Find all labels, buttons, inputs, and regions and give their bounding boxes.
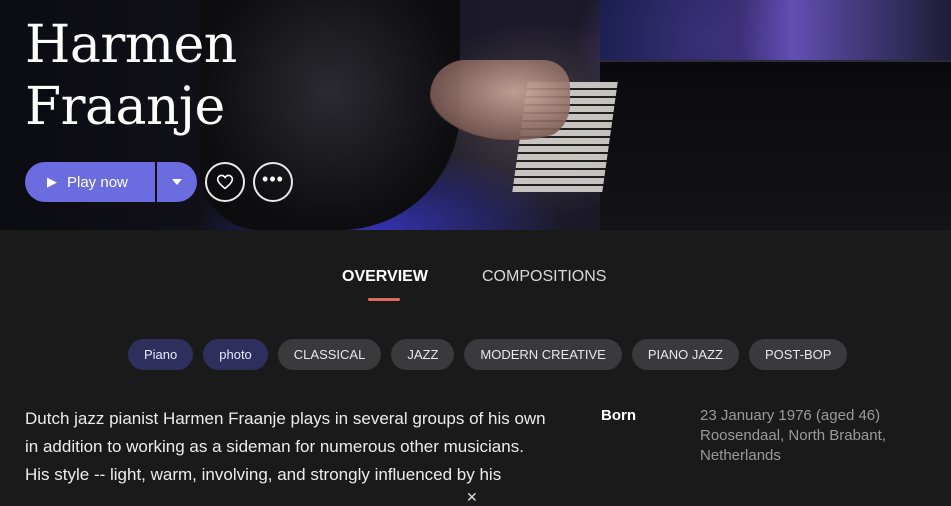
chip-jazz[interactable]: JAZZ <box>391 339 455 370</box>
caret-down-icon <box>172 179 182 185</box>
close-icon[interactable]: ✕ <box>466 489 478 506</box>
favorite-button[interactable] <box>205 162 245 202</box>
born-date: 23 January 1976 (aged 46) <box>700 407 881 424</box>
artist-name-line2: Fraanje <box>25 77 225 137</box>
chip-classical[interactable]: CLASSICAL <box>277 339 382 370</box>
born-place-line1: Roosendaal, North Brabant, <box>700 427 886 444</box>
bio-line: His style -- light, warm, involving, and… <box>25 465 502 484</box>
chip-piano[interactable]: Piano <box>128 339 194 370</box>
artist-hero: Harmen Fraanje ▶ Play now ••• <box>0 0 951 230</box>
hero-photo-piano <box>600 60 951 230</box>
chip-modern-creative[interactable]: MODERN CREATIVE <box>464 339 622 370</box>
born-label: Born <box>601 407 636 424</box>
born-value: 23 January 1976 (aged 46) Roosendaal, No… <box>700 406 940 466</box>
play-now-label: Play now <box>67 173 128 191</box>
chip-post-bop[interactable]: POST-BOP <box>748 339 848 370</box>
play-now-button[interactable]: ▶ Play now <box>25 162 155 202</box>
bio-line: in addition to working as a sideman for … <box>25 437 524 456</box>
artist-name: Harmen Fraanje <box>25 14 237 138</box>
active-tab-indicator <box>368 298 400 301</box>
tag-chips: Piano photo CLASSICAL JAZZ MODERN CREATI… <box>128 339 848 370</box>
bio-line: Dutch jazz pianist Harmen Fraanje plays … <box>25 409 546 428</box>
tab-overview[interactable]: OVERVIEW <box>342 268 428 286</box>
artist-tabs: OVERVIEW COMPOSITIONS <box>0 268 951 308</box>
tab-compositions[interactable]: COMPOSITIONS <box>482 268 606 286</box>
more-options-button[interactable]: ••• <box>253 162 293 202</box>
born-place-line2: Netherlands <box>700 447 781 464</box>
ellipsis-icon: ••• <box>262 169 284 189</box>
artist-name-line1: Harmen <box>25 15 237 75</box>
play-button-group: ▶ Play now <box>25 162 197 202</box>
hero-photo-hands <box>430 60 570 140</box>
chip-photo[interactable]: photo <box>203 339 268 370</box>
chip-piano-jazz[interactable]: PIANO JAZZ <box>631 339 739 370</box>
heart-icon <box>216 174 234 190</box>
play-icon: ▶ <box>47 174 57 189</box>
artist-biography: Dutch jazz pianist Harmen Fraanje plays … <box>25 405 585 489</box>
play-options-dropdown[interactable] <box>157 162 197 202</box>
